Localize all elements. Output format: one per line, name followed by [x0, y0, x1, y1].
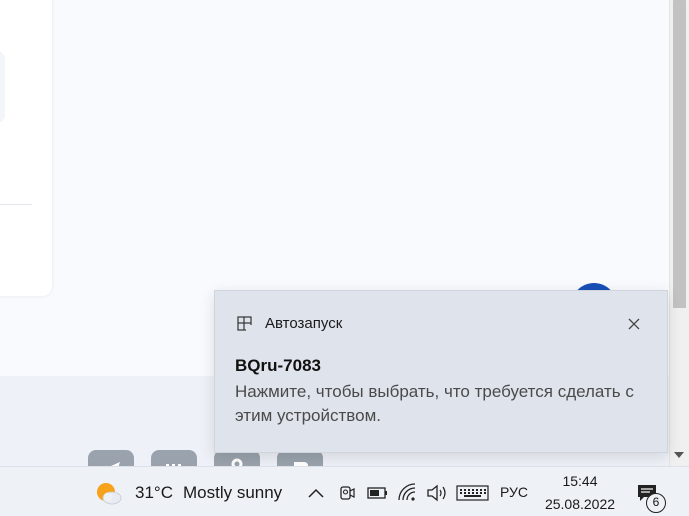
side-card-item[interactable]: [0, 51, 5, 123]
weather-condition: Mostly sunny: [182, 483, 283, 502]
scroll-down-arrow-icon[interactable]: [674, 452, 684, 458]
close-icon[interactable]: [623, 313, 645, 335]
telegram-icon[interactable]: [88, 450, 134, 466]
clock-date[interactable]: 25.08.2022: [543, 496, 617, 512]
autoplay-notification[interactable]: Автозапуск BQru-7083 Нажмите, чтобы выбр…: [214, 290, 668, 453]
meet-now-icon[interactable]: [337, 482, 357, 504]
side-card-divider: [0, 204, 32, 205]
volume-icon[interactable]: [425, 482, 449, 504]
wifi-icon[interactable]: [397, 482, 419, 504]
notification-center-button[interactable]: 6: [636, 480, 670, 514]
taskbar: 31°C Mostly sunny РУС 15:44 25.08.2022 6: [0, 466, 689, 516]
weather-widget[interactable]: 31°C Mostly sunny: [95, 479, 282, 507]
notification-title: BQru-7083: [235, 356, 321, 375]
partly-sunny-icon: [97, 483, 122, 505]
scrollbar-thumb[interactable]: [673, 0, 686, 308]
notification-app-name: Автозапуск: [265, 315, 343, 332]
notification-count-badge: 6: [646, 493, 666, 513]
notification-body: Нажмите, чтобы выбрать, что требуется сд…: [235, 382, 634, 425]
keyboard-icon[interactable]: [456, 482, 489, 504]
language-indicator[interactable]: РУС: [500, 484, 528, 500]
autoplay-icon: [237, 316, 252, 331]
clock-time[interactable]: 15:44: [545, 473, 615, 489]
chevron-up-icon[interactable]: [306, 482, 326, 504]
battery-icon[interactable]: [366, 482, 390, 504]
side-card[interactable]: [0, 0, 52, 296]
weather-temperature: 31°C: [135, 483, 173, 502]
vk-icon[interactable]: [151, 450, 197, 466]
vertical-scrollbar[interactable]: [669, 0, 689, 466]
